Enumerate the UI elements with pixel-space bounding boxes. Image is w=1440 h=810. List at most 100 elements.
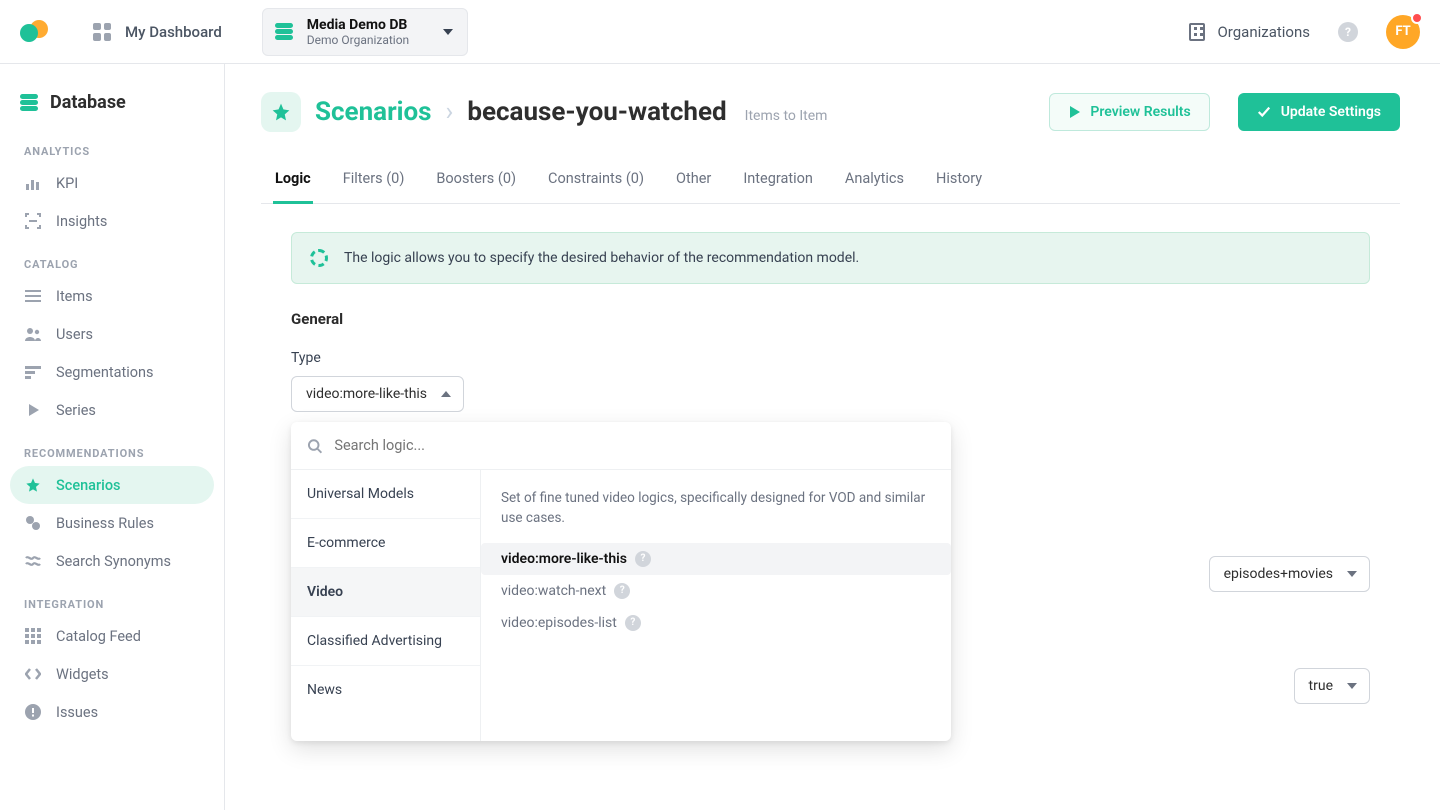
sidebar-item-label: Business Rules: [56, 515, 154, 532]
category-video[interactable]: Video: [291, 568, 480, 617]
sidebar-item-scenarios[interactable]: Scenarios: [10, 466, 214, 504]
header: My Dashboard Media Demo DB Demo Organiza…: [0, 0, 1440, 64]
update-button[interactable]: Update Settings: [1238, 93, 1400, 131]
sidebar-item-segmentations[interactable]: Segmentations: [10, 353, 214, 391]
logic-search[interactable]: [291, 422, 951, 469]
sidebar-item-label: Scenarios: [56, 477, 121, 494]
star-icon: [24, 476, 42, 494]
sidebar-item-catalog-feed[interactable]: Catalog Feed: [10, 617, 214, 655]
sidebar-item-issues[interactable]: Issues: [10, 693, 214, 731]
check-icon: [1257, 105, 1271, 119]
page-header: Scenarios › because-you-watched Items to…: [261, 92, 1400, 132]
sidebar-item-widgets[interactable]: Widgets: [10, 655, 214, 693]
dashboard-link[interactable]: My Dashboard: [93, 23, 222, 41]
db-name: Media Demo DB: [307, 17, 409, 33]
tab-history[interactable]: History: [934, 156, 984, 203]
caret-down-icon: [1347, 683, 1357, 689]
bars-icon: [24, 174, 42, 192]
sidebar-item-insights[interactable]: Insights: [10, 202, 214, 240]
help-icon[interactable]: ?: [635, 551, 651, 567]
type-label: Type: [291, 350, 1400, 366]
tab-boosters[interactable]: Boosters (0): [434, 156, 518, 203]
category-news[interactable]: News: [291, 666, 480, 714]
setting-value: true: [1309, 678, 1333, 694]
avatar-initials: FT: [1395, 24, 1410, 39]
type-select[interactable]: video:more-like-this: [291, 376, 464, 412]
sidebar-item-label: Items: [56, 288, 93, 305]
info-text: The logic allows you to specify the desi…: [344, 250, 859, 266]
option-episodes-list[interactable]: video:episodes-list ?: [501, 607, 931, 639]
sidebar-item-label: Insights: [56, 213, 107, 230]
section-catalog: CATALOG: [10, 240, 214, 277]
sidebar: Database ANALYTICS KPI Insights CATALOG …: [0, 64, 225, 810]
database-icon: [20, 94, 38, 111]
help-icon[interactable]: ?: [614, 583, 630, 599]
tab-other[interactable]: Other: [674, 156, 713, 203]
play-icon: [1068, 106, 1080, 118]
sidebar-item-label: Catalog Feed: [56, 628, 141, 645]
caret-down-icon: [1347, 571, 1357, 577]
gears-icon: [24, 514, 42, 532]
dashboard-label: My Dashboard: [125, 23, 222, 41]
building-icon: [1189, 23, 1205, 41]
breadcrumb-root[interactable]: Scenarios: [315, 97, 432, 127]
list-icon: [24, 287, 42, 305]
option-watch-next[interactable]: video:watch-next ?: [501, 575, 931, 607]
setting-select-1[interactable]: episodes+movies: [1209, 556, 1370, 592]
grid3-icon: [24, 627, 42, 645]
sidebar-item-items[interactable]: Items: [10, 277, 214, 315]
category-ecommerce[interactable]: E-commerce: [291, 519, 480, 568]
section-general: General: [291, 310, 1400, 328]
category-classified[interactable]: Classified Advertising: [291, 617, 480, 666]
category-detail: Set of fine tuned video logics, specific…: [481, 470, 951, 741]
organizations-label: Organizations: [1217, 23, 1310, 41]
warning-icon: [24, 703, 42, 721]
users-icon: [24, 325, 42, 343]
tab-integration[interactable]: Integration: [741, 156, 815, 203]
tab-analytics[interactable]: Analytics: [843, 156, 906, 203]
preview-label: Preview Results: [1090, 104, 1190, 120]
organizations-link[interactable]: Organizations: [1189, 23, 1310, 41]
option-label: video:watch-next: [501, 583, 606, 599]
sidebar-item-business-rules[interactable]: Business Rules: [10, 504, 214, 542]
category-list: Universal Models E-commerce Video Classi…: [291, 470, 481, 741]
breadcrumb-meta: Items to Item: [745, 108, 828, 124]
info-banner: The logic allows you to specify the desi…: [291, 232, 1370, 284]
section-analytics: ANALYTICS: [10, 127, 214, 164]
notification-dot-icon: [1411, 12, 1423, 24]
breadcrumb: Scenarios › because-you-watched Items to…: [315, 97, 827, 127]
option-more-like-this[interactable]: video:more-like-this ?: [481, 543, 951, 575]
tab-filters[interactable]: Filters (0): [341, 156, 407, 203]
option-label: video:more-like-this: [501, 551, 627, 567]
sidebar-item-search-synonyms[interactable]: Search Synonyms: [10, 542, 214, 580]
logo-icon: [20, 20, 48, 44]
sidebar-item-kpi[interactable]: KPI: [10, 164, 214, 202]
help-icon[interactable]: ?: [1338, 22, 1358, 42]
segment-icon: [24, 363, 42, 381]
sidebar-item-label: Users: [56, 326, 93, 343]
sidebar-item-label: KPI: [56, 175, 78, 192]
sidebar-item-label: Search Synonyms: [56, 553, 171, 570]
avatar[interactable]: FT: [1386, 15, 1420, 49]
category-universal[interactable]: Universal Models: [291, 470, 480, 519]
caret-down-icon: [443, 29, 453, 35]
help-icon[interactable]: ?: [625, 615, 641, 631]
tab-constraints[interactable]: Constraints (0): [546, 156, 646, 203]
logic-search-input[interactable]: [332, 436, 935, 455]
setting-value: episodes+movies: [1224, 566, 1333, 582]
main: Scenarios › because-you-watched Items to…: [225, 64, 1440, 810]
section-recommendations: RECOMMENDATIONS: [10, 429, 214, 466]
option-label: video:episodes-list: [501, 615, 617, 631]
sidebar-title: Database: [50, 92, 126, 113]
play-icon: [24, 401, 42, 419]
sidebar-item-series[interactable]: Series: [10, 391, 214, 429]
sidebar-item-label: Series: [56, 402, 96, 419]
sidebar-item-users[interactable]: Users: [10, 315, 214, 353]
preview-button[interactable]: Preview Results: [1049, 93, 1209, 131]
database-icon: [275, 23, 293, 40]
type-value: video:more-like-this: [306, 386, 427, 402]
tab-logic[interactable]: Logic: [273, 156, 313, 204]
setting-select-2[interactable]: true: [1294, 668, 1370, 704]
star-badge-icon: [261, 92, 301, 132]
db-selector[interactable]: Media Demo DB Demo Organization: [262, 8, 468, 56]
